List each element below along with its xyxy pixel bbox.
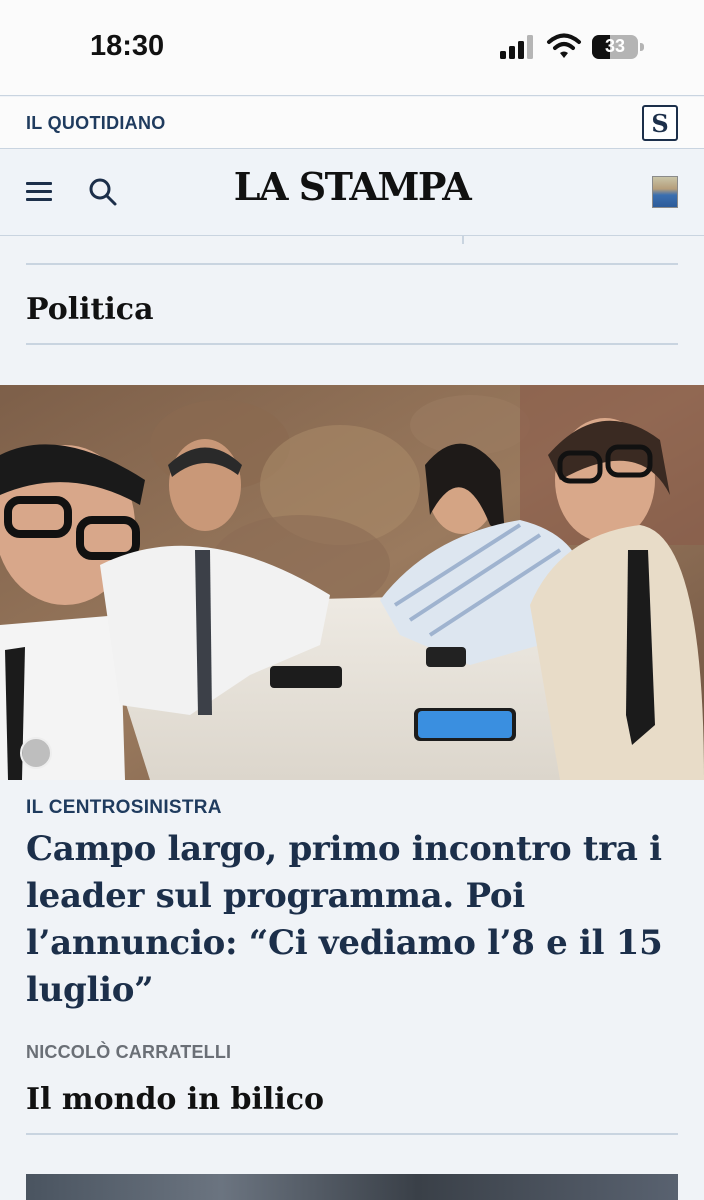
section-title-mondo[interactable]: Il mondo in bilico (26, 1082, 324, 1117)
signal-icon (500, 35, 533, 59)
divider (26, 1133, 678, 1135)
quotidiano-link[interactable]: IL QUOTIDIANO (26, 113, 166, 134)
stampa-s-badge[interactable]: S (642, 105, 678, 141)
article-hero-image[interactable] (0, 385, 704, 780)
divider (26, 343, 678, 345)
next-article-image[interactable] (26, 1174, 678, 1200)
status-bar: 18:30 33 (0, 0, 704, 96)
article-headline[interactable]: Campo largo, primo incontro tra i leader… (26, 826, 686, 1014)
user-icon[interactable] (20, 737, 52, 769)
search-icon[interactable] (88, 177, 118, 207)
divider (26, 263, 678, 265)
la-stampa-logo[interactable]: LA STAMPA (206, 164, 498, 209)
hero-photo (0, 385, 704, 780)
main-header: LA STAMPA (0, 150, 704, 236)
battery-icon: 33 (592, 35, 644, 59)
top-section-bar: IL QUOTIDIANO S (0, 97, 704, 149)
section-title-politica[interactable]: Politica (26, 292, 154, 327)
battery-level: 33 (604, 36, 626, 56)
wifi-icon (547, 33, 581, 58)
article-kicker[interactable]: IL CENTROSINISTRA (26, 797, 222, 819)
user-avatar[interactable] (652, 176, 678, 208)
divider-tick (462, 236, 464, 244)
status-time: 18:30 (90, 30, 165, 62)
menu-icon[interactable] (26, 180, 54, 204)
article-author[interactable]: NICCOLÒ CARRATELLI (26, 1042, 231, 1063)
